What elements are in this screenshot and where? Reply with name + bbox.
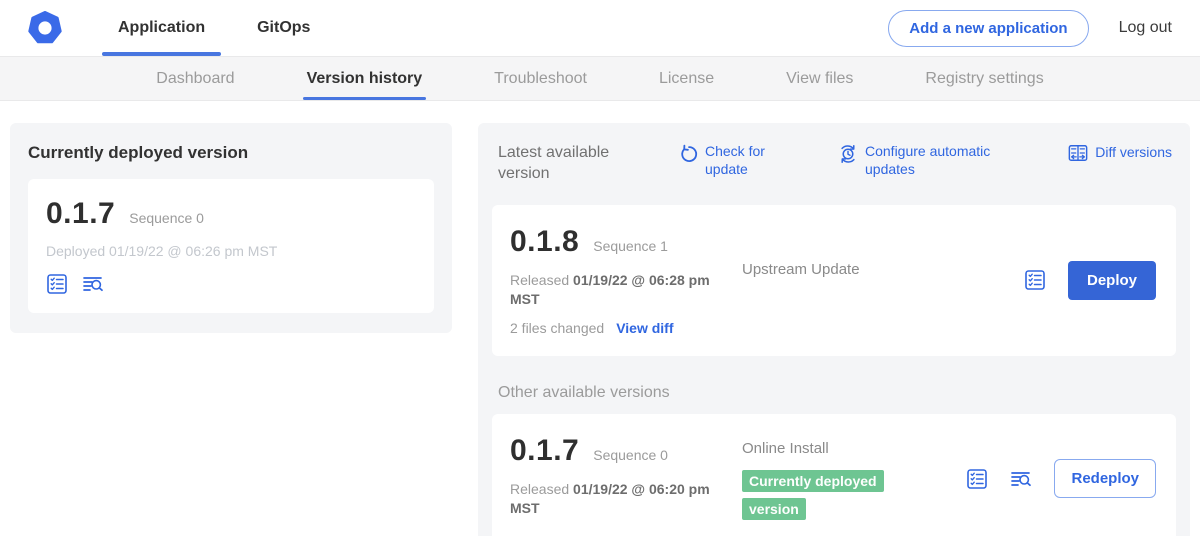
subnav-view-files[interactable]: View files <box>784 57 855 100</box>
view-diff-link[interactable]: View diff <box>616 320 673 336</box>
currently-deployed-title: Currently deployed version <box>28 143 434 163</box>
subnav-dashboard[interactable]: Dashboard <box>154 57 236 100</box>
latest-source-label: Upstream Update <box>742 261 860 278</box>
other-version-card: 0.1.7 Sequence 0 Released 01/19/22 @ 06:… <box>492 414 1176 536</box>
redeploy-button[interactable]: Redeploy <box>1054 459 1156 498</box>
configure-automatic-updates-label: Configure automatic updates <box>865 143 1013 178</box>
files-changed-label: 2 files changed <box>510 320 604 336</box>
add-new-application-button[interactable]: Add a new application <box>888 10 1088 47</box>
deploy-logs-icon[interactable] <box>1010 468 1032 490</box>
tab-gitops-label: GitOps <box>257 19 310 37</box>
deployed-version-number: 0.1.7 <box>46 197 115 231</box>
app-logo-icon <box>28 11 62 45</box>
preflight-checks-icon[interactable] <box>46 273 68 295</box>
subnav-registry-settings[interactable]: Registry settings <box>923 57 1045 100</box>
latest-version-card: 0.1.8 Sequence 1 Released 01/19/22 @ 06:… <box>492 205 1176 356</box>
subnav-version-history[interactable]: Version history <box>305 57 425 100</box>
tab-application-label: Application <box>118 19 205 37</box>
latest-version-number: 0.1.8 <box>510 225 579 259</box>
deploy-button[interactable]: Deploy <box>1068 261 1156 300</box>
tab-application[interactable]: Application <box>102 0 221 56</box>
released-label: Released <box>510 272 573 288</box>
top-header: Application GitOps Add a new application… <box>0 0 1200 57</box>
deploy-logs-icon[interactable] <box>82 273 104 295</box>
currently-deployed-panel: Currently deployed version 0.1.7 Sequenc… <box>10 123 452 333</box>
other-source-label: Online Install <box>742 440 829 457</box>
app-logo[interactable] <box>28 0 62 56</box>
deployed-timestamp: Deployed 01/19/22 @ 06:26 pm MST <box>46 243 416 259</box>
other-sequence-label: Sequence 0 <box>593 447 668 463</box>
subnav-license[interactable]: License <box>657 57 716 100</box>
latest-sequence-label: Sequence 1 <box>593 238 668 254</box>
deployed-version-card: 0.1.7 Sequence 0 Deployed 01/19/22 @ 06:… <box>28 179 434 313</box>
preflight-checks-icon[interactable] <box>966 468 988 490</box>
currently-deployed-badge: Currently deployed version <box>742 470 884 520</box>
diff-icon <box>1068 143 1088 163</box>
other-version-number: 0.1.7 <box>510 434 579 468</box>
latest-released-timestamp: Released 01/19/22 @ 06:28 pm MST <box>510 271 725 310</box>
configure-automatic-updates-button[interactable]: Configure automatic updates <box>838 143 1013 178</box>
deployed-sequence-label: Sequence 0 <box>129 210 204 226</box>
clock-refresh-icon <box>838 144 858 164</box>
latest-available-title: Latest available version <box>498 143 628 185</box>
primary-tabs: Application GitOps <box>102 0 346 56</box>
preflight-checks-icon[interactable] <box>1024 269 1046 291</box>
logout-link[interactable]: Log out <box>1119 19 1172 37</box>
tab-gitops[interactable]: GitOps <box>241 0 326 56</box>
other-available-versions-heading: Other available versions <box>498 384 1176 402</box>
refresh-icon <box>678 144 698 164</box>
available-versions-panel: Latest available version Check for updat… <box>478 123 1190 536</box>
check-for-update-label: Check for update <box>705 143 783 178</box>
check-for-update-button[interactable]: Check for update <box>678 143 783 178</box>
subnav-troubleshoot[interactable]: Troubleshoot <box>492 57 589 100</box>
other-released-timestamp: Released 01/19/22 @ 06:20 pm MST <box>510 480 725 519</box>
released-label: Released <box>510 481 573 497</box>
diff-versions-label: Diff versions <box>1095 144 1172 162</box>
app-subnav: Dashboard Version history Troubleshoot L… <box>0 57 1200 101</box>
diff-versions-button[interactable]: Diff versions <box>1068 143 1172 163</box>
